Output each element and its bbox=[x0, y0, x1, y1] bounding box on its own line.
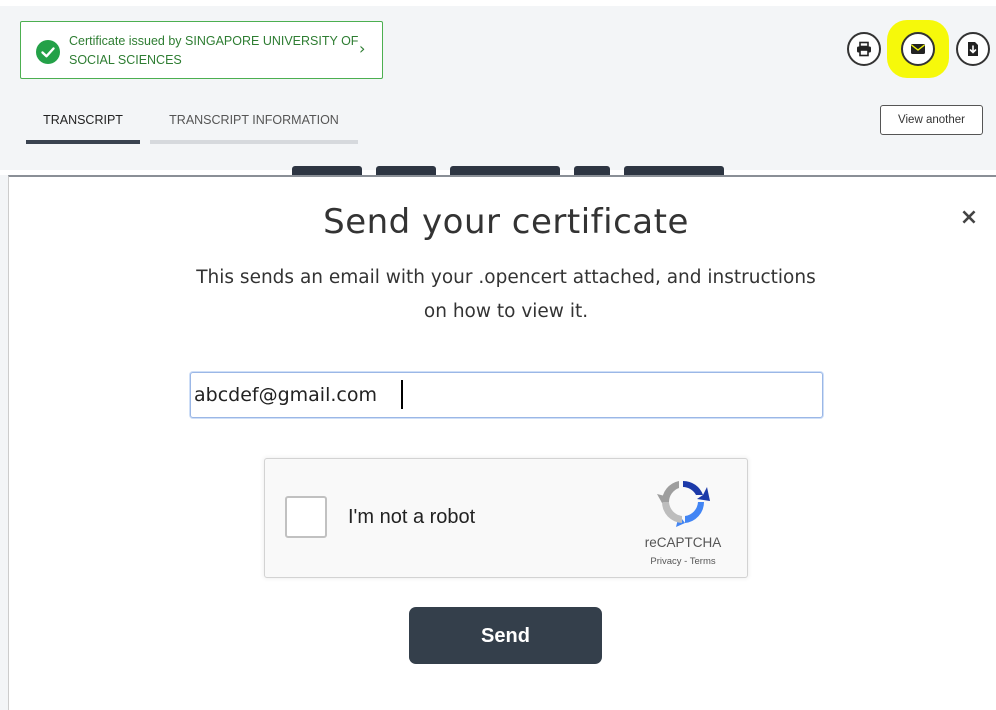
print-icon bbox=[857, 41, 871, 57]
email-button[interactable] bbox=[901, 32, 935, 66]
header-top-strip bbox=[0, 0, 996, 6]
check-circle-icon bbox=[36, 40, 60, 64]
text-caret bbox=[401, 380, 403, 409]
recaptcha-privacy-terms[interactable]: Privacy - Terms bbox=[635, 556, 731, 567]
download-button[interactable] bbox=[956, 32, 990, 66]
send-button[interactable]: Send bbox=[409, 607, 602, 664]
view-another-button[interactable]: View another bbox=[880, 105, 983, 135]
tab-transcript-information[interactable]: TRANSCRIPT INFORMATION bbox=[150, 106, 358, 146]
recaptcha-label: I'm not a robot bbox=[348, 506, 476, 528]
envelope-icon bbox=[911, 44, 925, 54]
issuer-status-text: Certificate issued by SINGAPORE UNIVERSI… bbox=[69, 34, 359, 67]
modal-backdrop-edge bbox=[0, 175, 8, 710]
certificate-header: Certificate issued by SINGAPORE UNIVERSI… bbox=[0, 0, 996, 178]
close-icon[interactable]: × bbox=[957, 206, 981, 230]
modal-description: This sends an email with your .opencert … bbox=[196, 267, 816, 322]
recaptcha-widget: I'm not a robot reCAPTCHA Privacy - Term… bbox=[264, 458, 748, 578]
download-file-icon bbox=[968, 42, 978, 56]
recaptcha-brand: reCAPTCHA bbox=[644, 535, 722, 550]
issuer-status-card[interactable]: Certificate issued by SINGAPORE UNIVERSI… bbox=[20, 21, 383, 79]
email-input[interactable] bbox=[190, 372, 823, 418]
recaptcha-logo-icon bbox=[657, 480, 710, 527]
recaptcha-checkbox[interactable] bbox=[285, 496, 327, 538]
tab-transcript[interactable]: TRANSCRIPT bbox=[26, 106, 140, 146]
chevron-right-icon: › bbox=[359, 39, 366, 58]
modal-title: Send your certificate bbox=[323, 202, 689, 242]
print-button[interactable] bbox=[847, 32, 881, 66]
